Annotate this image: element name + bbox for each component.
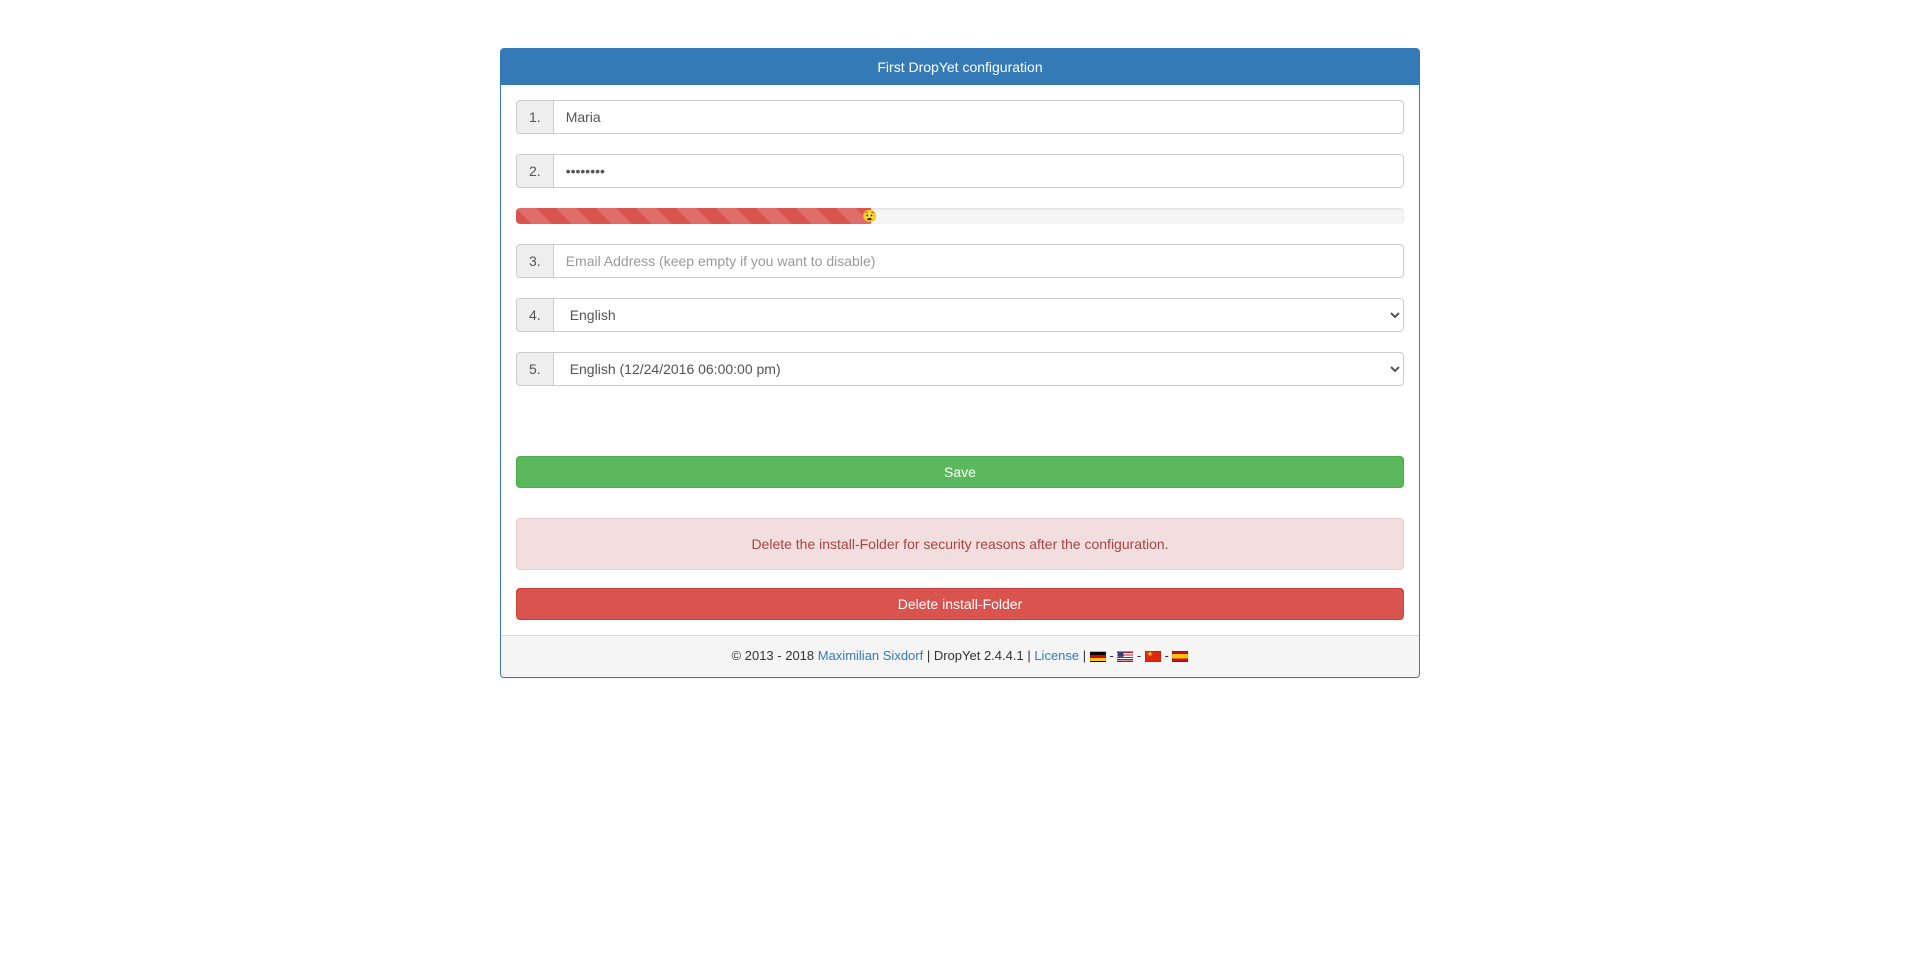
field-1-group: 1. [516,100,1404,134]
spacer [516,406,1404,456]
field-2-group: 2. [516,154,1404,188]
password-strength-bar: 😧 [516,208,1404,224]
flag-us-icon [1117,651,1133,662]
field-4-label: 4. [516,298,553,332]
flag-de-link[interactable] [1090,648,1106,663]
language-select[interactable]: English [553,298,1404,332]
delete-install-label: Delete install-Folder [898,596,1023,612]
footer-sep2: | [1024,648,1035,663]
panel-body: 1. 2. 😧 3. 4. English 5. English (12/24/ [501,85,1419,635]
field-3-group: 3. [516,244,1404,278]
footer-dash3: - [1161,648,1173,663]
config-panel: First DropYet configuration 1. 2. 😧 3. 4… [500,48,1420,678]
author-link[interactable]: Maximilian Sixdorf [818,648,923,663]
field-2-label: 2. [516,154,553,188]
alert-text: Delete the install-Folder for security r… [751,536,1168,552]
flag-es-link[interactable] [1172,648,1188,663]
save-button-label: Save [944,464,976,480]
password-strength-fill: 😧 [516,208,871,224]
footer-copyright: © 2013 - 2018 [732,648,818,663]
field-3-label: 3. [516,244,553,278]
name-input[interactable] [553,100,1404,134]
panel-title: First DropYet configuration [877,59,1042,75]
flag-es-icon [1172,651,1188,662]
flag-cn-link[interactable] [1145,648,1161,663]
flag-de-icon [1090,651,1106,662]
dateformat-select[interactable]: English (12/24/2016 06:00:00 pm) [553,352,1404,386]
email-input[interactable] [553,244,1404,278]
flag-us-link[interactable] [1117,648,1133,663]
flag-cn-icon [1145,651,1161,662]
field-1-label: 1. [516,100,553,134]
security-alert: Delete the install-Folder for security r… [516,518,1404,570]
footer-sep1: | [923,648,934,663]
license-text: License [1034,648,1079,663]
license-link[interactable]: License [1034,648,1079,663]
footer-sep3: | [1079,648,1090,663]
field-5-label: 5. [516,352,553,386]
panel-footer: © 2013 - 2018 Maximilian Sixdorf | DropY… [501,635,1419,677]
save-button[interactable]: Save [516,456,1404,488]
panel-heading: First DropYet configuration [501,49,1419,85]
footer-version: DropYet 2.4.4.1 [934,648,1024,663]
delete-install-button[interactable]: Delete install-Folder [516,588,1404,620]
author-name: Maximilian Sixdorf [818,648,923,663]
field-4-group: 4. English [516,298,1404,332]
emoji-icon: 😧 [862,210,877,222]
footer-dash2: - [1133,648,1145,663]
field-5-group: 5. English (12/24/2016 06:00:00 pm) [516,352,1404,386]
password-input[interactable] [553,154,1404,188]
footer-dash1: - [1106,648,1118,663]
